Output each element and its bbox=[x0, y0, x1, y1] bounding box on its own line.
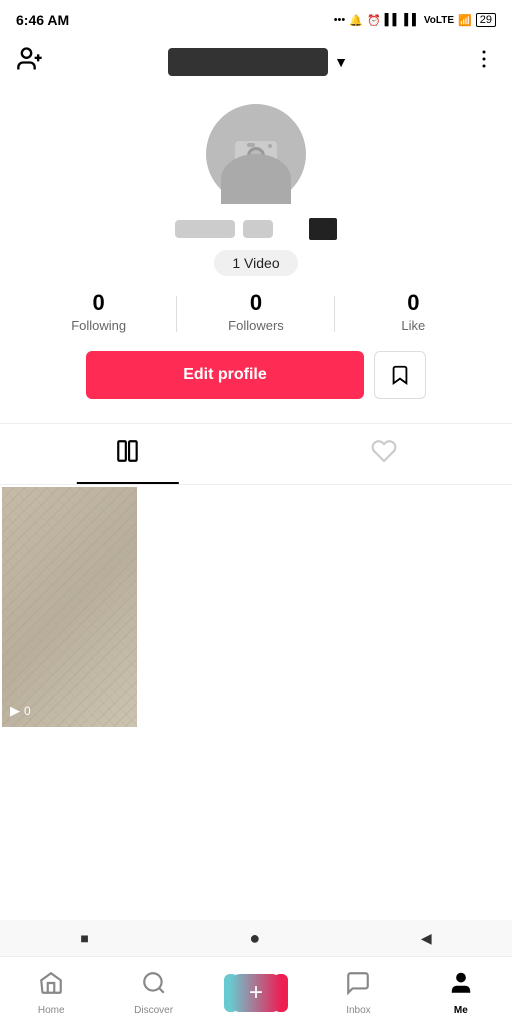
nav-square-icon[interactable]: ■ bbox=[80, 930, 88, 946]
discover-icon bbox=[141, 970, 167, 1003]
lte-icon: VoLTE bbox=[424, 15, 454, 26]
add-user-button[interactable] bbox=[16, 45, 44, 80]
stat-following[interactable]: 0 Following bbox=[20, 290, 177, 333]
nav-triangle-icon[interactable]: ◀ bbox=[421, 930, 432, 947]
video-thumbnail-1[interactable]: ▶ 0 bbox=[2, 487, 137, 727]
bottom-nav: Home Discover + Inbox Me bbox=[0, 956, 512, 1024]
bookmark-icon bbox=[389, 364, 411, 386]
me-icon bbox=[448, 970, 474, 1003]
stat-likes[interactable]: 0 Like bbox=[335, 290, 492, 333]
grid-icon bbox=[115, 438, 141, 470]
discover-label: Discover bbox=[134, 1005, 173, 1016]
nav-create[interactable]: + bbox=[205, 974, 307, 1012]
status-time: 6:46 AM bbox=[16, 12, 69, 28]
edit-profile-button[interactable]: Edit profile bbox=[86, 351, 364, 399]
stat-followers[interactable]: 0 Followers bbox=[177, 290, 334, 333]
system-nav-bar: ■ ● ◀ bbox=[0, 920, 512, 956]
video-badge: 1 Video bbox=[214, 250, 297, 276]
username-bars bbox=[175, 218, 337, 240]
status-bar: 6:46 AM ••• 🔔 ⏰ ▌▌ ▌▌ VoLTE 📶 29 bbox=[0, 0, 512, 36]
home-icon bbox=[38, 970, 64, 1003]
tabs-row bbox=[0, 424, 512, 485]
battery-icon: 29 bbox=[476, 13, 496, 27]
tab-liked[interactable] bbox=[256, 424, 512, 484]
avatar-silhouette bbox=[221, 154, 291, 204]
me-label: Me bbox=[454, 1005, 468, 1016]
username-bar bbox=[168, 48, 328, 76]
content-grid: ▶ 0 bbox=[0, 485, 512, 745]
stats-row: 0 Following 0 Followers 0 Like bbox=[20, 290, 492, 333]
play-icon: ▶ bbox=[10, 703, 20, 719]
username-bar-1 bbox=[175, 220, 235, 238]
nav-circle-icon[interactable]: ● bbox=[249, 928, 260, 949]
dropdown-arrow-icon[interactable]: ▼ bbox=[334, 54, 348, 70]
profile-section: 1 Video 0 Following 0 Followers 0 Like E… bbox=[0, 88, 512, 413]
action-row: Edit profile bbox=[86, 351, 426, 399]
wifi-icon: 📶 bbox=[458, 14, 472, 27]
followers-label: Followers bbox=[228, 318, 284, 333]
play-overlay: ▶ 0 bbox=[10, 703, 31, 719]
status-icons: ••• 🔔 ⏰ ▌▌ ▌▌ VoLTE 📶 29 bbox=[334, 13, 496, 27]
nav-discover[interactable]: Discover bbox=[102, 970, 204, 1016]
content-spacer bbox=[0, 745, 512, 805]
likes-label: Like bbox=[401, 318, 425, 333]
following-count: 0 bbox=[93, 290, 105, 316]
signal-bars-icon: ▌▌ bbox=[385, 14, 401, 26]
signal-dots-icon: ••• bbox=[334, 14, 346, 26]
followers-count: 0 bbox=[250, 290, 262, 316]
following-label: Following bbox=[71, 318, 126, 333]
avatar[interactable] bbox=[206, 104, 306, 204]
liked-icon bbox=[371, 438, 397, 470]
plus-icon: + bbox=[249, 979, 263, 1007]
play-count: 0 bbox=[24, 704, 31, 718]
video-texture bbox=[2, 487, 137, 727]
mute-icon: 🔔 bbox=[349, 14, 363, 27]
username-area[interactable]: ▼ bbox=[168, 48, 348, 76]
home-label: Home bbox=[38, 1005, 65, 1016]
likes-count: 0 bbox=[407, 290, 419, 316]
inbox-label: Inbox bbox=[346, 1005, 370, 1016]
create-button[interactable]: + bbox=[230, 974, 282, 1012]
signal-bars2-icon: ▌▌ bbox=[404, 14, 420, 26]
bookmark-button[interactable] bbox=[374, 351, 426, 399]
more-options-button[interactable] bbox=[472, 47, 496, 77]
top-nav: ▼ bbox=[0, 36, 512, 88]
username-bar-dark bbox=[309, 218, 337, 240]
nav-me[interactable]: Me bbox=[410, 970, 512, 1016]
inbox-icon bbox=[345, 970, 371, 1003]
nav-home[interactable]: Home bbox=[0, 970, 102, 1016]
alarm-icon: ⏰ bbox=[367, 14, 381, 27]
tab-grid[interactable] bbox=[0, 424, 256, 484]
username-bar-2 bbox=[243, 220, 273, 238]
nav-inbox[interactable]: Inbox bbox=[307, 970, 409, 1016]
